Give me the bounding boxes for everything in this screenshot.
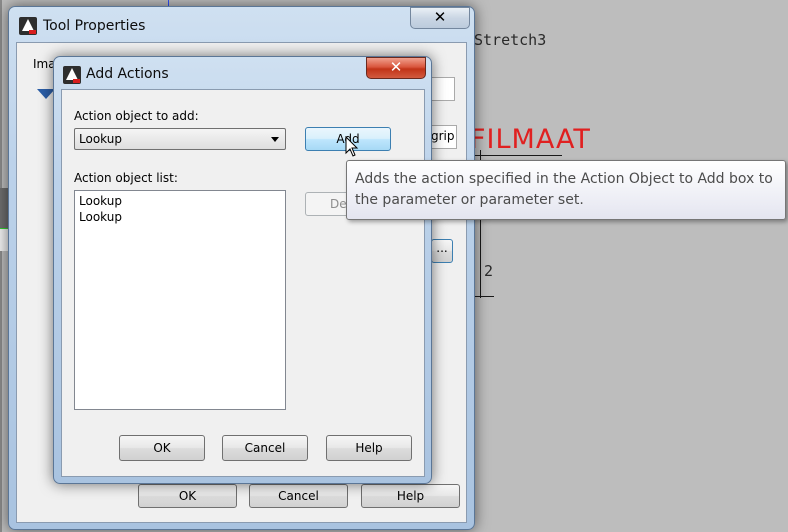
add-actions-dialog: Add Actions ✕ Action object to add: Look… xyxy=(53,56,432,484)
action-object-list-label: Action object list: xyxy=(74,171,178,185)
chevron-down-icon xyxy=(271,137,279,142)
list-item[interactable]: Lookup xyxy=(79,194,122,208)
add-actions-client: Action object to add: Lookup Add Action … xyxy=(61,89,425,477)
add-actions-help-button[interactable]: Help xyxy=(326,435,412,461)
autocad-app-icon xyxy=(19,17,37,35)
action-object-list[interactable]: Lookup Lookup xyxy=(74,190,286,410)
tool-properties-title: Tool Properties xyxy=(43,18,146,34)
tool-properties-close-button[interactable]: ✕ xyxy=(410,7,470,29)
tool-properties-cancel-button[interactable]: Cancel xyxy=(249,484,348,508)
tool-properties-ok-button[interactable]: OK xyxy=(138,484,237,508)
add-actions-cancel-button[interactable]: Cancel xyxy=(222,435,308,461)
add-button-tooltip: Adds the action specified in the Action … xyxy=(346,160,786,220)
property-field-partial[interactable] xyxy=(429,77,455,101)
stretch-label: Stretch3 xyxy=(474,31,547,49)
action-object-dropdown[interactable]: Lookup xyxy=(74,128,286,150)
add-actions-title: Add Actions xyxy=(86,66,169,82)
dimension-label: 2 xyxy=(484,262,494,280)
autocad-app-icon xyxy=(63,66,81,84)
mouse-cursor-icon xyxy=(345,136,359,157)
cad-edge-line xyxy=(0,0,2,532)
ellipsis-button[interactable]: ... xyxy=(431,239,453,263)
cad-top-line xyxy=(472,155,562,156)
tool-properties-help-button[interactable]: Help xyxy=(361,484,460,508)
add-actions-close-button[interactable]: ✕ xyxy=(366,57,426,79)
action-object-label: Action object to add: xyxy=(74,109,199,123)
action-object-value: Lookup xyxy=(79,132,122,146)
close-icon: ✕ xyxy=(389,58,403,76)
add-actions-ok-button[interactable]: OK xyxy=(119,435,205,461)
filmaat-label: FILMAAT xyxy=(470,124,591,155)
list-item[interactable]: Lookup xyxy=(79,210,122,224)
grip-field-partial[interactable]: grip xyxy=(429,125,457,149)
close-icon: ✕ xyxy=(433,8,447,26)
grip-text: grip xyxy=(431,129,455,143)
